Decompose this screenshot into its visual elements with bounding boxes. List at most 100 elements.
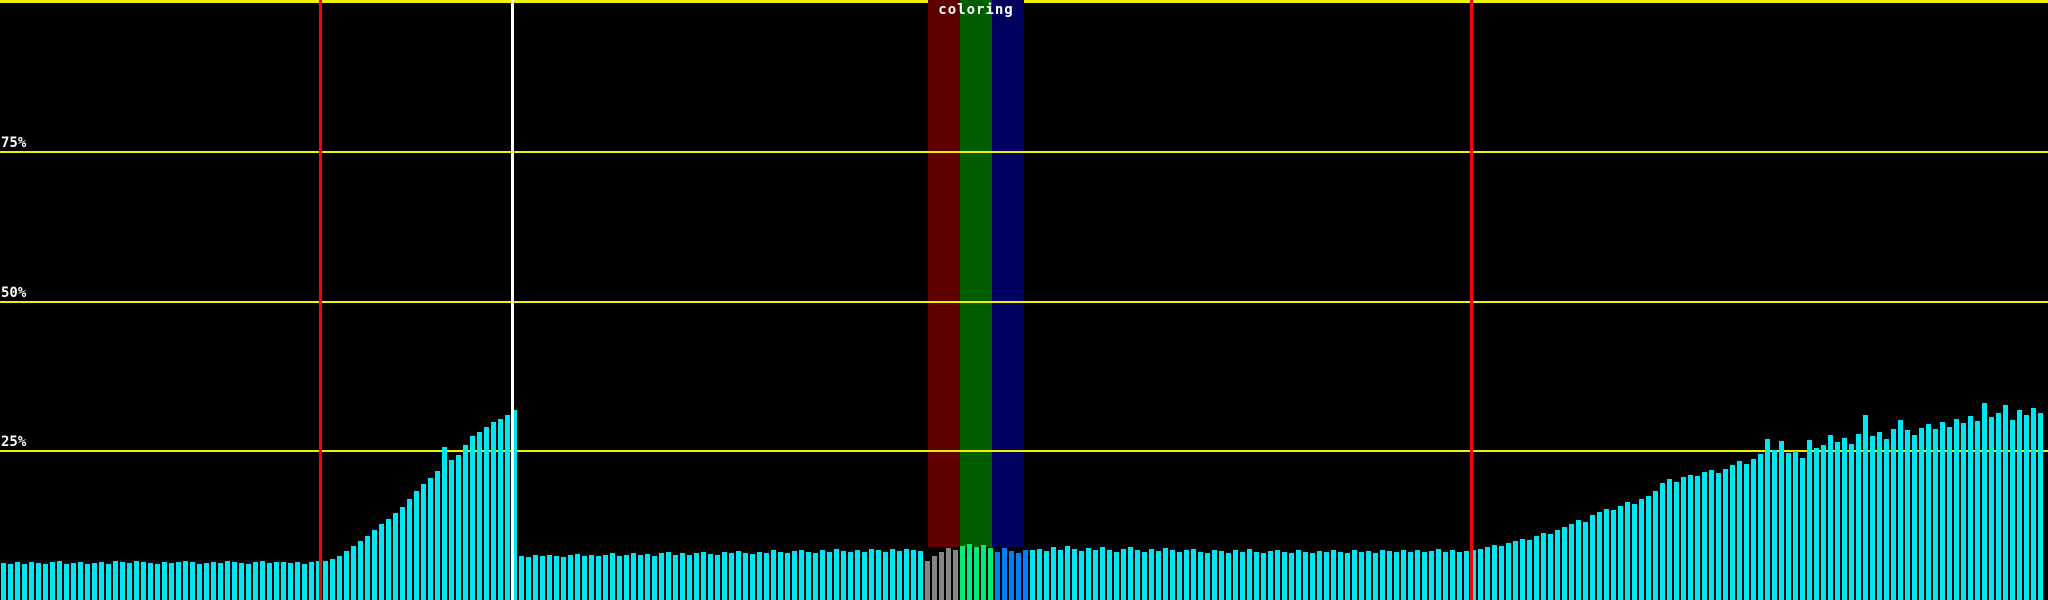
histogram-bar [1723, 469, 1728, 600]
y-axis-label-50: 50% [1, 285, 27, 301]
histogram-bar [1912, 435, 1917, 600]
histogram-bar [799, 550, 804, 600]
histogram-bar [1030, 550, 1035, 600]
histogram-bar [372, 530, 377, 600]
histogram-bar [358, 541, 363, 600]
histogram-bar [1254, 552, 1259, 600]
histogram-bar [1310, 553, 1315, 600]
histogram-bar [106, 564, 111, 600]
histogram-bar [1212, 550, 1217, 600]
histogram-bar [379, 524, 384, 600]
histogram-bar [736, 551, 741, 600]
histogram-bar [1282, 552, 1287, 600]
histogram-bar [841, 551, 846, 600]
histogram-bar [232, 562, 237, 600]
histogram-bar [1086, 548, 1091, 600]
histogram-bar [477, 432, 482, 600]
histogram-bar [1919, 428, 1924, 600]
histogram-bar [939, 552, 944, 600]
histogram-bar [71, 563, 76, 600]
histogram-bar [1170, 550, 1175, 600]
histogram-bar [505, 415, 510, 600]
histogram-bar [554, 556, 559, 600]
histogram-bar [1114, 552, 1119, 600]
histogram-bar [652, 556, 657, 600]
histogram-bar [1877, 432, 1882, 600]
gridline-25 [0, 450, 2048, 452]
histogram-bar [1534, 536, 1539, 600]
histogram-bar [1716, 473, 1721, 600]
histogram-bar [1863, 415, 1868, 600]
histogram-bar [925, 561, 930, 600]
coloring-band-1 [960, 0, 992, 547]
histogram-bar [673, 555, 678, 600]
histogram-bar [1555, 530, 1560, 600]
histogram-bar [883, 552, 888, 600]
histogram-bar [862, 552, 867, 600]
histogram-bar [1779, 441, 1784, 600]
histogram-bar [827, 552, 832, 600]
histogram-bar [344, 551, 349, 600]
histogram-bar [1870, 436, 1875, 600]
histogram-bar [995, 552, 1000, 600]
histogram-bar [1289, 553, 1294, 600]
histogram-bar [1, 563, 6, 600]
histogram-bar [820, 550, 825, 600]
histogram-bar [309, 562, 314, 600]
histogram-bar [197, 564, 202, 600]
histogram-bar [183, 561, 188, 600]
histogram-bar [393, 513, 398, 600]
histogram-bar [1947, 427, 1952, 600]
histogram-bar [757, 552, 762, 600]
histogram-bar [680, 553, 685, 600]
histogram-bar [1604, 509, 1609, 600]
histogram-bar [1590, 515, 1595, 600]
histogram-bar [519, 556, 524, 600]
histogram-bar [351, 546, 356, 600]
histogram-bar [204, 563, 209, 600]
y-axis-label-25: 25% [1, 434, 27, 450]
histogram-bar [239, 563, 244, 600]
histogram-bar [1814, 448, 1819, 600]
histogram-bar [148, 563, 153, 600]
histogram-bar [1639, 499, 1644, 600]
coloring-band-label: coloring [938, 2, 1014, 18]
histogram-bar [274, 562, 279, 600]
histogram-bar [1149, 549, 1154, 600]
histogram-bar [911, 550, 916, 600]
histogram-bar [708, 554, 713, 600]
histogram-bar [582, 556, 587, 600]
histogram-bar [792, 551, 797, 600]
histogram-bar [869, 549, 874, 600]
histogram-bar [1359, 552, 1364, 600]
histogram-bar [729, 553, 734, 600]
histogram-bar [428, 478, 433, 600]
histogram-bar [1744, 464, 1749, 600]
histogram-bar [1219, 551, 1224, 600]
histogram-bar [288, 563, 293, 600]
histogram-bar [988, 548, 993, 600]
histogram-bar [1856, 434, 1861, 600]
histogram-bar [1317, 551, 1322, 600]
histogram-bar [442, 447, 447, 600]
histogram-bar [1184, 550, 1189, 600]
histogram-bar [624, 555, 629, 600]
histogram-bar [1261, 553, 1266, 600]
histogram-bar [386, 519, 391, 600]
histogram-bar [953, 550, 958, 600]
histogram-bar [687, 555, 692, 600]
histogram-bar [589, 555, 594, 600]
histogram-bar [1576, 520, 1581, 600]
histogram-bar [1037, 549, 1042, 600]
gridline-75 [0, 151, 2048, 153]
histogram-bar [1100, 547, 1105, 600]
histogram-bar [1954, 419, 1959, 600]
histogram-bar [848, 552, 853, 600]
histogram-bar [1128, 547, 1133, 600]
histogram-bar [1079, 551, 1084, 600]
histogram-bar [1072, 549, 1077, 600]
histogram-bar [1023, 550, 1028, 600]
gridline-top-border [0, 0, 2048, 3]
histogram-bar [456, 455, 461, 600]
histogram-bar [1541, 533, 1546, 600]
